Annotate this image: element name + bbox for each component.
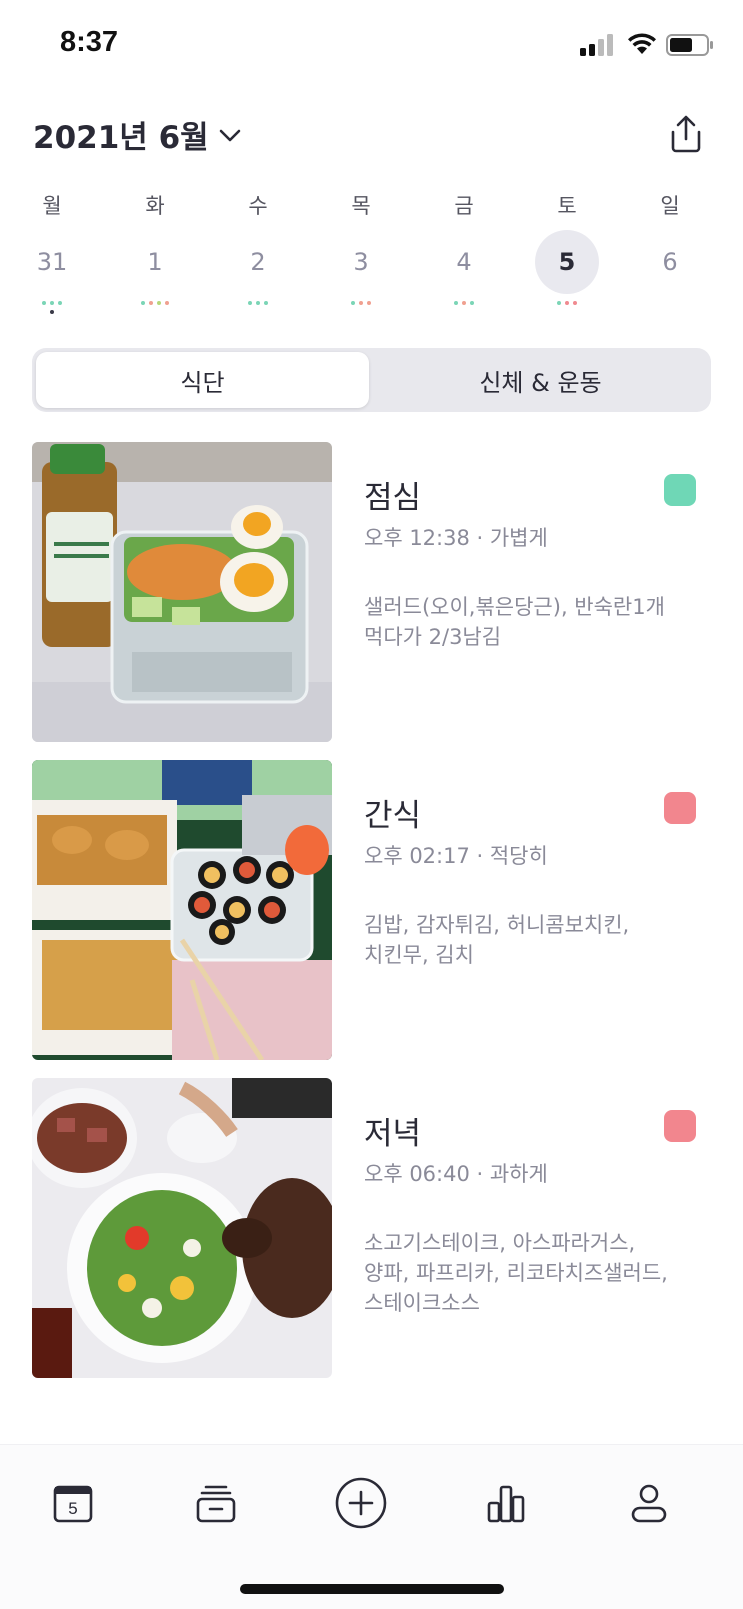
- day-5[interactable]: 토 5: [527, 185, 607, 325]
- meal-card-snack[interactable]: 간식 오후 02:17 · 적당히 김밥, 감자튀김, 허니콤보치킨, 치킨무,…: [32, 760, 712, 1060]
- weekday-label: 화: [145, 194, 165, 218]
- meal-time: 오후 06:40 · 과하게: [364, 1162, 548, 1186]
- meal-dot: [264, 301, 268, 305]
- meal-title: 점심: [364, 480, 422, 516]
- tab-archive[interactable]: [186, 1473, 246, 1533]
- weekday-label: 수: [248, 194, 268, 218]
- chevron-down-icon: [219, 129, 240, 141]
- bar-chart-icon: [487, 1485, 525, 1523]
- day-2[interactable]: 수 2: [218, 185, 298, 325]
- meal-dots: [424, 301, 504, 305]
- day-6[interactable]: 일 6: [630, 185, 710, 325]
- month-selector[interactable]: 2021년 6월: [33, 112, 243, 157]
- meal-dot: [565, 301, 569, 305]
- tab-add[interactable]: [331, 1473, 391, 1533]
- tab-calendar[interactable]: 5: [43, 1473, 103, 1533]
- date-number: 3: [353, 248, 369, 276]
- selected-day-circle: 5: [535, 230, 599, 294]
- weekday-label: 목: [351, 194, 371, 218]
- cellular-signal-icon: [580, 32, 616, 56]
- date-number: 31: [36, 248, 68, 276]
- segmented-control: 식단 신체 & 운동: [32, 348, 711, 412]
- weekday-label: 토: [557, 194, 577, 218]
- status-time: 8:37: [60, 26, 119, 58]
- date-number: 6: [662, 248, 678, 276]
- meal-dot: [462, 301, 466, 305]
- meal-amount-badge: [664, 792, 696, 824]
- share-icon[interactable]: [664, 112, 708, 156]
- meal-description: 김밥, 감자튀김, 허니콤보치킨, 치킨무, 김치: [364, 913, 630, 967]
- date-number: 1: [147, 248, 163, 276]
- meal-description: 소고기스테이크, 아스파라거스, 양파, 파프리카, 리코타치즈샐러드, 스테이…: [364, 1231, 668, 1315]
- meal-dot: [454, 301, 458, 305]
- day-1[interactable]: 화 1: [115, 185, 195, 325]
- meal-dots: [218, 301, 298, 305]
- month-title: 2021년 6월: [33, 120, 209, 156]
- day-31[interactable]: 월 31: [12, 185, 92, 325]
- meal-dots: [115, 301, 195, 305]
- weekday-label: 월: [42, 194, 62, 218]
- day-3[interactable]: 목 3: [321, 185, 401, 325]
- tab-stats[interactable]: [476, 1473, 536, 1533]
- meal-dot: [50, 301, 54, 305]
- meal-dots: [527, 301, 607, 305]
- salad-photo[interactable]: [32, 442, 332, 742]
- tab-profile[interactable]: [619, 1473, 679, 1533]
- calendar-icon: 5: [53, 1485, 93, 1523]
- meal-dot: [359, 301, 363, 305]
- calendar-day-number: 5: [68, 1499, 77, 1518]
- meal-dot: [165, 301, 169, 305]
- meal-dots: [12, 301, 92, 305]
- meal-dot: [42, 301, 46, 305]
- meal-dot: [557, 301, 561, 305]
- archive-icon: [196, 1485, 236, 1523]
- meal-dots: [321, 301, 401, 305]
- meal-dot: [248, 301, 252, 305]
- tab-diet[interactable]: 식단: [36, 352, 369, 408]
- status-bar: 8:37: [0, 0, 743, 92]
- day-4[interactable]: 금 4: [424, 185, 504, 325]
- profile-icon: [631, 1484, 667, 1523]
- meal-description: 샐러드(오이,볶은당근), 반숙란1개 먹다가 2/3남김: [364, 595, 665, 649]
- meal-dot: [149, 301, 153, 305]
- wifi-icon: [628, 33, 656, 54]
- meal-card-dinner[interactable]: 저녁 오후 06:40 · 과하게 소고기스테이크, 아스파라거스, 양파, 파…: [32, 1078, 712, 1378]
- add-circle-icon: [335, 1477, 387, 1529]
- today-marker: [50, 310, 54, 314]
- tab-body-exercise[interactable]: 신체 & 운동: [374, 352, 707, 408]
- meal-card-lunch[interactable]: 점심 오후 12:38 · 가볍게 샐러드(오이,볶은당근), 반숙란1개 먹다…: [32, 442, 712, 742]
- meal-amount-badge: [664, 1110, 696, 1142]
- meal-time: 오후 02:17 · 적당히: [364, 844, 548, 868]
- weekday-label: 금: [454, 194, 474, 218]
- date-number: 5: [558, 248, 576, 276]
- battery-icon: [666, 34, 713, 56]
- weekday-label: 일: [660, 194, 680, 218]
- meal-dot: [470, 301, 474, 305]
- meal-dot: [141, 301, 145, 305]
- meal-dot: [256, 301, 260, 305]
- week-strip: 월 31 화 1 수 2 목 3 금 4 토 5 일 6: [0, 185, 743, 325]
- home-indicator[interactable]: [240, 1584, 504, 1594]
- meal-amount-badge: [664, 474, 696, 506]
- meal-title: 간식: [364, 798, 422, 834]
- meal-title: 저녁: [364, 1116, 422, 1152]
- meal-dot: [573, 301, 577, 305]
- steak-salad-photo[interactable]: [32, 1078, 332, 1378]
- meal-dot: [157, 301, 161, 305]
- meal-dot: [351, 301, 355, 305]
- meal-dot: [58, 301, 62, 305]
- meal-dot: [367, 301, 371, 305]
- date-number: 4: [456, 248, 472, 276]
- date-number: 2: [250, 248, 266, 276]
- meal-time: 오후 12:38 · 가볍게: [364, 526, 548, 550]
- kimbap-chicken-photo[interactable]: [32, 760, 332, 1060]
